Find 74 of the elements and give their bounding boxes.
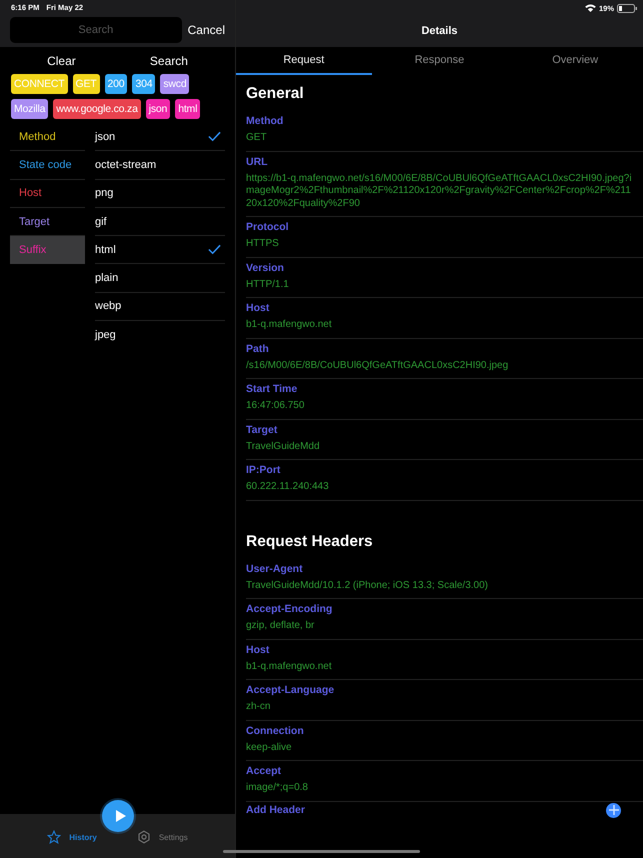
plus-icon (608, 805, 618, 815)
settings-tab[interactable]: Settings (136, 830, 188, 844)
filter-tag[interactable]: www.google.co.za (53, 99, 141, 119)
details-tab[interactable]: Overview (507, 47, 643, 75)
option-label: json (95, 130, 116, 143)
option-row[interactable]: html (95, 236, 225, 264)
wifi-icon (584, 4, 596, 12)
field-value: HTTP/1.1 (246, 278, 290, 291)
option-row[interactable]: jpeg (95, 321, 225, 350)
option-row[interactable]: webp (95, 292, 225, 322)
option-label: gif (95, 216, 107, 228)
details-tab[interactable]: Request (236, 47, 372, 75)
search-button[interactable]: Search (146, 54, 192, 68)
filter-tag[interactable]: json (146, 99, 170, 119)
category-item[interactable]: State code (19, 158, 72, 171)
category-item[interactable]: Host (19, 187, 42, 200)
field-value: keep-alive (246, 742, 293, 754)
field-value: 16:47:06.750 (246, 400, 306, 412)
category-item[interactable]: Method (19, 130, 56, 143)
field-value: b1-q.mafengwo.net (246, 319, 333, 332)
field-name: Start Time (246, 383, 298, 395)
section-heading: General (246, 84, 305, 104)
field-name: Method (246, 115, 284, 127)
search-field[interactable]: Search (10, 17, 182, 43)
add-header-link[interactable]: Add Header (246, 804, 305, 816)
field-value: 60.222.11.240:443 (246, 481, 330, 494)
field-name: Target (246, 424, 278, 436)
field-name: IP:Port (246, 464, 282, 476)
option-row[interactable]: gif (95, 208, 225, 236)
field-value: zh-cn (246, 701, 272, 714)
field-name: Connection (246, 724, 305, 736)
option-label: html (95, 244, 116, 256)
option-label: webp (95, 300, 122, 312)
star-icon (47, 830, 62, 844)
field-name: Protocol (246, 221, 290, 233)
field-name: Host (246, 302, 270, 314)
filter-tag[interactable]: html (175, 99, 200, 119)
option-row[interactable]: plain (95, 264, 225, 293)
field-value: /s16/M00/6E/8B/CoUBUl6QfGeATftGAACL0xsC2HI90.jpeg (246, 360, 510, 372)
field-name: URL (246, 156, 269, 168)
field-name: Accept (246, 765, 282, 777)
cancel-button[interactable]: Cancel (188, 23, 225, 37)
details-tab[interactable]: Response (372, 47, 508, 75)
field-value: https://b1-q.mafengwo.net/s16/M00/6E/8B/CoUBUl6QfGeATftGAACL0xsC2HI90.jpeg?imageMogr2%2Fthumbnail%2F%21120x120r%2Fgravity%2FCenter%2Fcrop%2F%21120x120%2Fquality%2F90 (246, 172, 633, 210)
field-name: Accept-Encoding (246, 603, 334, 615)
details-title: Details (420, 25, 459, 37)
option-row[interactable]: octet-stream (95, 151, 225, 180)
section-heading: Request Headers (246, 532, 374, 552)
play-button[interactable] (102, 800, 134, 832)
option-label: octet-stream (95, 158, 156, 171)
field-value: gzip, deflate, br (246, 620, 316, 632)
field-name: User-Agent (246, 562, 304, 574)
field-value: TravelGuideMdd (246, 440, 321, 453)
option-row[interactable]: json (95, 123, 225, 152)
add-button[interactable] (606, 802, 621, 818)
field-value: image/*;q=0.8 (246, 782, 309, 794)
option-label: plain (95, 272, 118, 284)
field-value: b1-q.mafengwo.net (246, 660, 333, 673)
play-icon (114, 810, 126, 822)
option-label: png (95, 187, 114, 200)
option-row[interactable]: png (95, 180, 225, 208)
field-value: TravelGuideMdd/10.1.2 (iPhone; iOS 13.3; Scale/3.00) (246, 580, 489, 592)
history-tab[interactable]: History (47, 830, 97, 844)
settings-icon (136, 830, 151, 844)
category-item[interactable]: Target (19, 216, 50, 228)
battery-icon (617, 4, 637, 12)
field-name: Path (246, 342, 270, 354)
field-value: GET (246, 132, 268, 144)
field-name: Accept-Language (246, 684, 336, 696)
field-value: HTTPS (246, 238, 280, 250)
field-name: Host (246, 644, 270, 656)
clear-button[interactable]: Clear (43, 54, 80, 68)
option-label: jpeg (95, 329, 116, 342)
field-name: Version (246, 262, 285, 274)
